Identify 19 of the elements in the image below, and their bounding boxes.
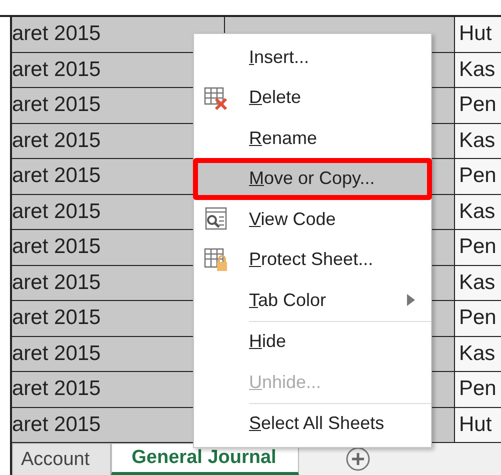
table-cell: Kas (455, 52, 501, 87)
table-cell: Hut (455, 408, 501, 442)
sheet-tab[interactable]: Account (12, 443, 111, 475)
menu-item[interactable]: Move or Copy... (194, 158, 431, 199)
protect-sheet-icon (202, 246, 230, 274)
table-cell: Pen (455, 372, 501, 406)
submenu-arrow-icon (407, 294, 415, 306)
table-cell: Kas (455, 194, 501, 229)
table-cell: Pen (455, 159, 501, 194)
table-cell: aret 2015 (12, 17, 225, 52)
table-cell: Pen (455, 301, 501, 336)
table-cell: Hut (455, 17, 501, 52)
table-cell: Kas (455, 124, 501, 158)
sheet-tab[interactable]: General Journal (110, 443, 300, 475)
table-cell: Kas (455, 336, 501, 371)
table-cell: Pen (455, 230, 501, 264)
table-cell: Pen (455, 88, 501, 122)
table-cell: Kas (455, 266, 501, 300)
add-sheet-icon[interactable] (345, 446, 372, 472)
